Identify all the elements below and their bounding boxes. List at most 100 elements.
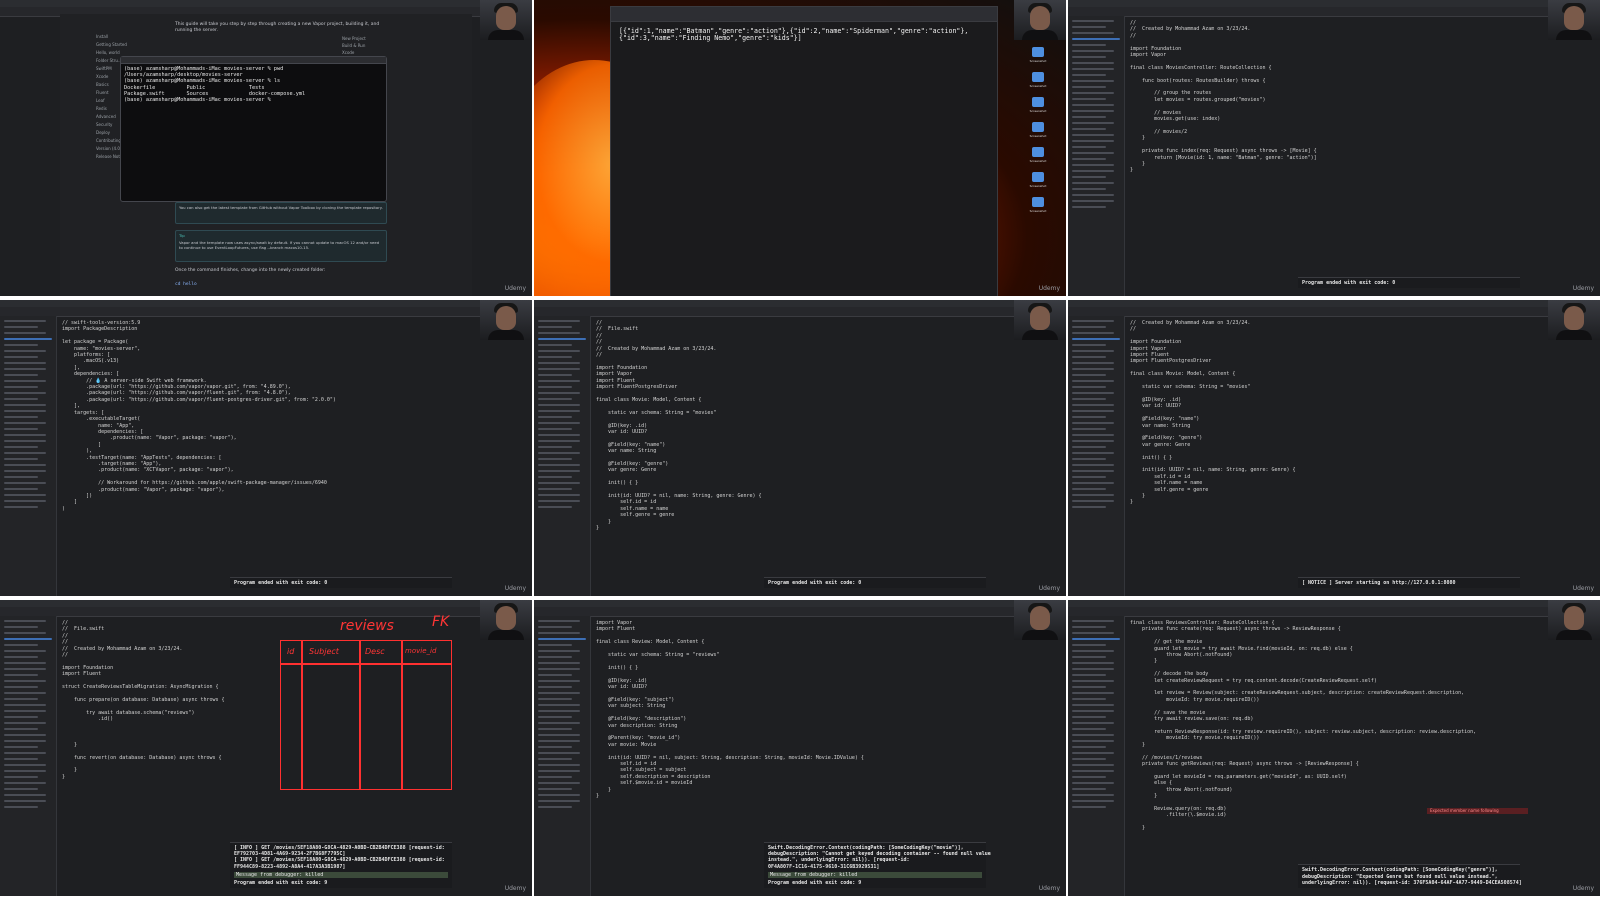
folder-icon[interactable] (1032, 122, 1044, 132)
navigator-file-row[interactable] (1072, 38, 1120, 40)
navigator-file-row[interactable] (4, 794, 46, 796)
navigator-file-row[interactable] (1072, 98, 1106, 100)
navigator-file-row[interactable] (1072, 506, 1106, 508)
navigator-file-row[interactable] (538, 446, 572, 448)
navigator-file-row[interactable] (1072, 200, 1114, 202)
navigator-file-row[interactable] (538, 380, 580, 382)
navigator-file-row[interactable] (538, 482, 580, 484)
navigator-file-row[interactable] (538, 326, 572, 328)
navigator-file-row[interactable] (4, 692, 46, 694)
navigator-file-row[interactable] (1072, 80, 1114, 82)
navigator-file-row[interactable] (4, 680, 46, 682)
navigator-file-row[interactable] (538, 476, 572, 478)
navigator-file-row[interactable] (538, 620, 580, 622)
navigator-file-row[interactable] (1072, 716, 1106, 718)
navigator-file-row[interactable] (538, 368, 580, 370)
navigator-file-row[interactable] (1072, 776, 1106, 778)
navigator-file-row[interactable] (1072, 182, 1114, 184)
navigator-file-row[interactable] (4, 620, 46, 622)
navigator-file-row[interactable] (4, 470, 46, 472)
folder-icon[interactable] (1032, 97, 1044, 107)
navigator-file-row[interactable] (1072, 794, 1114, 796)
navigator-file-row[interactable] (538, 332, 580, 334)
navigator-file-row[interactable] (1072, 740, 1114, 742)
navigator-file-row[interactable] (1072, 650, 1114, 652)
navigator-file-row[interactable] (4, 800, 46, 802)
navigator-file-row[interactable] (538, 650, 580, 652)
navigator-file-row[interactable] (538, 680, 580, 682)
navigator-file-row[interactable] (4, 326, 38, 328)
navigator-file-row[interactable] (1072, 56, 1106, 58)
navigator-file-row[interactable] (1072, 362, 1114, 364)
navigator-file-row[interactable] (1072, 68, 1114, 70)
navigator-file-row[interactable] (4, 500, 46, 502)
navigator-file-row[interactable] (1072, 92, 1114, 94)
navigator-file-row[interactable] (1072, 452, 1114, 454)
navigator-file-row[interactable] (4, 728, 38, 730)
navigator-file-row[interactable] (1072, 50, 1114, 52)
folder-icon[interactable] (1032, 47, 1044, 57)
project-navigator[interactable] (0, 616, 57, 896)
navigator-file-row[interactable] (1072, 206, 1106, 208)
navigator-file-row[interactable] (1072, 632, 1114, 634)
navigator-file-row[interactable] (4, 458, 38, 460)
navigator-file-row[interactable] (4, 746, 38, 748)
navigator-file-row[interactable] (538, 752, 580, 754)
navigator-file-row[interactable] (1072, 386, 1106, 388)
project-navigator[interactable] (534, 316, 591, 596)
navigator-file-row[interactable] (1072, 104, 1114, 106)
navigator-file-row[interactable] (538, 356, 572, 358)
code-editor[interactable]: // swift-tools-version:5.9 import Packag… (62, 320, 472, 556)
navigator-file-row[interactable] (538, 740, 580, 742)
navigator-file-row[interactable] (1072, 140, 1114, 142)
navigator-file-row[interactable] (1072, 332, 1114, 334)
navigator-file-row[interactable] (1072, 326, 1106, 328)
navigator-file-row[interactable] (1072, 734, 1114, 736)
navigator-file-row[interactable] (538, 788, 572, 790)
navigator-file-row[interactable] (538, 422, 580, 424)
navigator-file-row[interactable] (1072, 728, 1106, 730)
navigator-file-row[interactable] (4, 782, 46, 784)
navigator-file-row[interactable] (4, 374, 38, 376)
navigator-file-row[interactable] (1072, 494, 1114, 496)
navigator-file-row[interactable] (538, 452, 580, 454)
navigator-file-row[interactable] (538, 464, 580, 466)
navigator-file-row[interactable] (1072, 446, 1106, 448)
navigator-file-row[interactable] (1072, 380, 1114, 382)
navigator-file-row[interactable] (1072, 476, 1106, 478)
navigator-file-row[interactable] (1072, 674, 1106, 676)
navigator-file-row[interactable] (1072, 422, 1114, 424)
code-editor[interactable]: import Vapor import Fluent final class R… (596, 620, 1006, 856)
navigator-file-row[interactable] (4, 758, 38, 760)
navigator-file-row[interactable] (1072, 680, 1114, 682)
navigator-file-row[interactable] (1072, 188, 1106, 190)
navigator-file-row[interactable] (1072, 482, 1114, 484)
navigator-file-row[interactable] (4, 650, 46, 652)
docs-nav-item[interactable]: Getting Started (96, 42, 166, 50)
navigator-file-row[interactable] (538, 776, 572, 778)
navigator-file-row[interactable] (4, 362, 46, 364)
navigator-file-row[interactable] (1072, 398, 1106, 400)
navigator-file-row[interactable] (538, 668, 580, 670)
navigator-file-row[interactable] (538, 362, 580, 364)
browser-window[interactable]: [{"id":1,"name":"Batman","genre":"action… (610, 6, 998, 296)
navigator-file-row[interactable] (4, 434, 46, 436)
navigator-file-row[interactable] (4, 776, 38, 778)
navigator-file-row[interactable] (4, 638, 52, 640)
navigator-file-row[interactable] (538, 506, 572, 508)
navigator-file-row[interactable] (538, 398, 572, 400)
navigator-file-row[interactable] (4, 452, 46, 454)
navigator-file-row[interactable] (1072, 704, 1114, 706)
navigator-file-row[interactable] (4, 482, 46, 484)
navigator-file-row[interactable] (538, 638, 586, 640)
navigator-file-row[interactable] (538, 410, 580, 412)
navigator-file-row[interactable] (538, 722, 580, 724)
navigator-file-row[interactable] (538, 728, 572, 730)
xcode-tabbar[interactable] (534, 307, 1066, 317)
navigator-file-row[interactable] (1072, 500, 1114, 502)
navigator-file-row[interactable] (4, 674, 38, 676)
navigator-file-row[interactable] (4, 752, 46, 754)
docs-toc-item[interactable]: Build & Run (342, 43, 402, 50)
browser-toolbar[interactable] (611, 7, 997, 22)
navigator-file-row[interactable] (538, 644, 572, 646)
